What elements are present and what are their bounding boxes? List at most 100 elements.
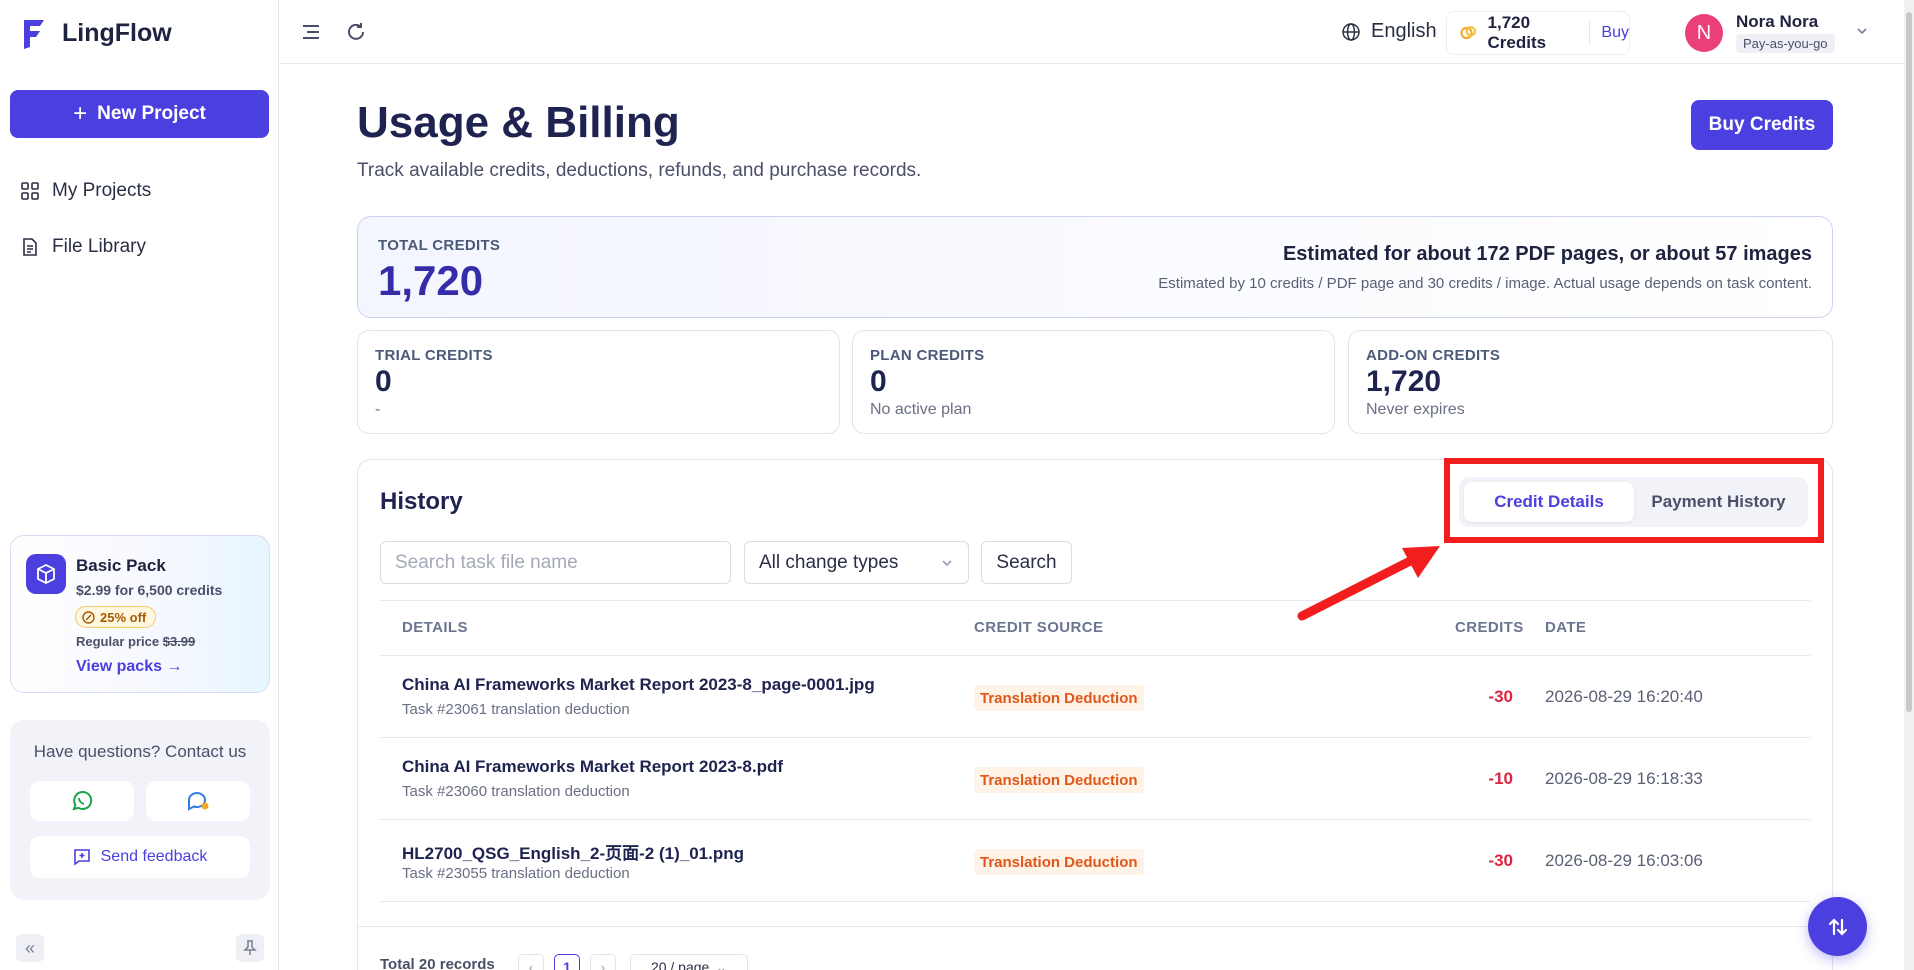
- table-row: China AI Frameworks Market Report 2023-8…: [380, 656, 1810, 738]
- search-button[interactable]: Search: [981, 541, 1072, 584]
- card-label: TRIAL CREDITS: [375, 347, 493, 364]
- file-name: HL2700_QSG_English_2-页面-2 (1)_01.png: [402, 844, 744, 863]
- regular-price-value: $3.99: [162, 634, 196, 649]
- whatsapp-icon: [72, 791, 93, 811]
- chevron-down-icon[interactable]: [1855, 24, 1869, 38]
- collapse-sidebar-button[interactable]: «: [16, 934, 44, 962]
- buy-link[interactable]: Buy: [1601, 24, 1629, 42]
- card-note: No active plan: [870, 401, 972, 418]
- page-subtitle: Track available credits, deductions, ref…: [357, 160, 922, 181]
- prev-page-button[interactable]: ‹: [518, 954, 544, 970]
- pin-button[interactable]: [236, 934, 264, 962]
- grid-icon: [21, 182, 39, 200]
- total-credits-value: 1,720: [378, 257, 484, 304]
- credits-balance: 1,720 Credits Buy: [1446, 11, 1630, 55]
- total-credits-label: TOTAL CREDITS: [378, 237, 501, 254]
- credit-source-badge: Translation Deduction: [974, 767, 1144, 793]
- history-title: History: [380, 488, 463, 515]
- search-task-input[interactable]: [380, 541, 731, 584]
- view-packs-label: View packs: [76, 658, 162, 675]
- user-name[interactable]: Nora Nora: [1736, 12, 1818, 32]
- page-size-value: 20 / page: [650, 959, 710, 970]
- contact-panel: Have questions? Contact us Send feedback: [10, 720, 270, 900]
- card-note: -: [375, 401, 381, 418]
- pin-icon: [243, 940, 257, 955]
- plus-icon: +: [73, 100, 88, 127]
- usage-estimate-note: Estimated by 10 credits / PDF page and 3…: [1158, 275, 1812, 292]
- chevron-right-icon: ›: [600, 959, 606, 970]
- column-header-details: DETAILS: [402, 619, 468, 636]
- next-page-button[interactable]: ›: [590, 954, 616, 970]
- coin-icon: [1460, 26, 1477, 40]
- divider: [1588, 21, 1590, 45]
- language-label: English: [1371, 20, 1437, 42]
- buy-credits-button[interactable]: Buy Credits: [1691, 100, 1833, 150]
- chevron-left-icon: ‹: [528, 959, 534, 970]
- app-name: LingFlow: [62, 18, 172, 47]
- table-row: HL2700_QSG_English_2-页面-2 (1)_01.png Tas…: [380, 820, 1810, 902]
- page-size-select[interactable]: 20 / page ⌄: [630, 954, 748, 970]
- card-label: ADD-ON CREDITS: [1366, 347, 1501, 364]
- column-header-credits: CREDITS: [1455, 619, 1524, 636]
- credits-change: -10: [1488, 769, 1513, 788]
- discount-label: 25% off: [100, 609, 147, 625]
- change-type-value: All change types: [759, 551, 899, 573]
- card-value: 0: [870, 365, 887, 398]
- usage-estimate: Estimated for about 172 PDF pages, or ab…: [1282, 243, 1812, 265]
- refresh-icon[interactable]: [345, 21, 367, 43]
- record-date: 2026-08-29 16:03:06: [1545, 851, 1703, 870]
- table-row: China AI Frameworks Market Report 2023-8…: [380, 738, 1810, 820]
- sidebar-item-my-projects[interactable]: My Projects: [20, 180, 151, 202]
- total-credits-card: TOTAL CREDITS 1,720 Estimated for about …: [357, 216, 1833, 318]
- add-on-credits-card: ADD-ON CREDITS 1,720 Never expires: [1348, 330, 1833, 434]
- total-records: Total 20 records: [380, 956, 495, 970]
- document-icon: [23, 238, 37, 256]
- credits-change: -30: [1488, 851, 1513, 870]
- lingflow-logo-icon: [24, 20, 44, 49]
- record-date: 2026-08-29 16:20:40: [1545, 687, 1703, 706]
- scrollbar-thumb[interactable]: [1906, 12, 1912, 712]
- promo-title: Basic Pack: [76, 556, 166, 575]
- chat-button[interactable]: [146, 781, 250, 821]
- task-description: Task #23055 translation deduction: [402, 865, 630, 882]
- send-feedback-button[interactable]: Send feedback: [30, 836, 250, 878]
- plan-credits-card: PLAN CREDITS 0 No active plan: [852, 330, 1335, 434]
- contact-title: Have questions? Contact us: [33, 742, 247, 761]
- card-note: Never expires: [1366, 401, 1465, 418]
- view-packs-link[interactable]: View packs →: [76, 658, 182, 676]
- double-chevron-left-icon: «: [24, 937, 35, 958]
- page-number[interactable]: 1: [554, 954, 580, 970]
- chat-icon: [188, 792, 209, 811]
- sidebar-item-label: My Projects: [52, 180, 152, 201]
- task-description: Task #23061 translation deduction: [402, 701, 630, 718]
- annotation-arrow-icon: [1297, 546, 1440, 621]
- swap-vertical-icon: [1828, 917, 1847, 936]
- page-title: Usage & Billing: [357, 98, 680, 147]
- sidebar: LingFlow + New Project My Projects File …: [0, 0, 279, 970]
- credit-source-badge: Translation Deduction: [974, 685, 1144, 711]
- discount-icon: [82, 610, 95, 624]
- column-header-credit-source: CREDIT SOURCE: [974, 619, 1104, 636]
- language-selector[interactable]: English: [1341, 20, 1437, 43]
- floating-action-button[interactable]: [1808, 897, 1867, 956]
- promo-price: $2.99 for 6,500 credits: [76, 582, 223, 598]
- regular-price: Regular price $3.99: [76, 634, 195, 649]
- menu-icon[interactable]: [300, 21, 322, 43]
- send-feedback-label: Send feedback: [100, 848, 208, 865]
- change-type-select[interactable]: All change types: [744, 541, 969, 584]
- file-name: China AI Frameworks Market Report 2023-8…: [402, 757, 784, 776]
- card-value: 1,720: [1366, 365, 1442, 398]
- avatar[interactable]: N: [1685, 14, 1723, 52]
- history-table: DETAILS CREDIT SOURCE CREDITS DATE China…: [380, 600, 1810, 945]
- brand[interactable]: LingFlow: [20, 16, 172, 50]
- whatsapp-button[interactable]: [30, 781, 134, 821]
- new-project-label: New Project: [97, 103, 206, 124]
- highlight-box: [1444, 458, 1824, 543]
- card-label: PLAN CREDITS: [870, 347, 985, 364]
- package-icon: [26, 554, 66, 594]
- topbar: English 1,720 Credits Buy N Nora Nora Pa…: [280, 0, 1914, 64]
- task-description: Task #23060 translation deduction: [402, 783, 630, 800]
- new-project-button[interactable]: + New Project: [10, 90, 269, 138]
- credits-amount: 1,720 Credits: [1487, 13, 1547, 52]
- sidebar-item-file-library[interactable]: File Library: [20, 236, 146, 258]
